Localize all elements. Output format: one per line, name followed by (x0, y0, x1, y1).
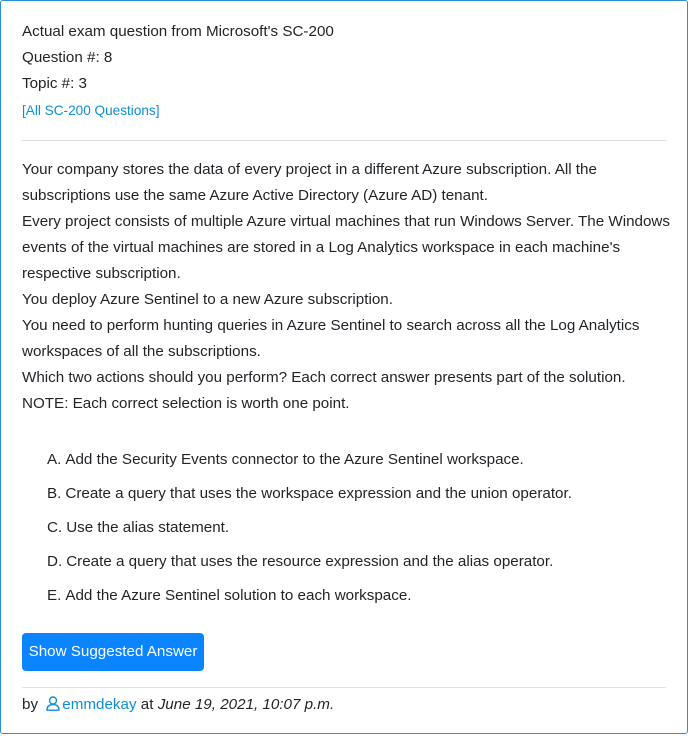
at-label: at (140, 696, 154, 713)
question-number: Question #: 8 (22, 49, 113, 66)
post-footer: by emmdekay at June 19, 2021, 10:07 p.m. (22, 693, 334, 719)
answer-choices: A. Add the Security Events connector to t… (47, 447, 572, 617)
show-suggested-answer-button[interactable]: Show Suggested Answer (22, 633, 204, 671)
choice-b[interactable]: B. Create a query that uses the workspace… (47, 481, 572, 515)
post-date: June 19, 2021, 10:07 p.m. (157, 696, 335, 713)
topic-number: Topic #: 3 (22, 75, 88, 92)
choice-text: Use the alias statement. (66, 519, 230, 536)
question-body: Your company stores the data of every pr… (22, 157, 670, 417)
question-paragraph: You need to perform hunting queries in A… (22, 317, 640, 360)
exam-title: Actual exam question from Microsoft's SC… (22, 23, 334, 40)
question-paragraph: Your company stores the data of every pr… (22, 161, 597, 204)
footer-divider (22, 687, 666, 688)
question-paragraph: You deploy Azure Sentinel to a new Azure… (22, 291, 393, 308)
choice-letter: B. (47, 485, 62, 502)
choice-d[interactable]: D. Create a query that uses the resource … (47, 549, 572, 583)
question-paragraph: Which two actions should you perform? Ea… (22, 369, 626, 386)
choice-letter: A. (47, 451, 62, 468)
by-label: by (22, 696, 39, 713)
choice-a[interactable]: A. Add the Security Events connector to t… (47, 447, 572, 481)
choice-text: Add the Security Events connector to the… (65, 451, 524, 468)
choice-letter: E. (47, 587, 62, 604)
header-divider (22, 140, 666, 141)
question-paragraph: Every project consists of multiple Azure… (22, 213, 670, 282)
question-paragraph: NOTE: Each correct selection is worth on… (22, 395, 350, 412)
question-card: Actual exam question from Microsoft's SC… (0, 0, 688, 734)
choice-text: Create a query that uses the resource ex… (66, 553, 554, 570)
choice-letter: C. (47, 519, 63, 536)
choice-letter: D. (47, 553, 63, 570)
user-icon (46, 695, 60, 719)
question-header: Actual exam question from Microsoft's SC… (22, 19, 334, 124)
choice-text: Create a query that uses the workspace e… (65, 485, 572, 502)
choice-e[interactable]: E. Add the Azure Sentinel solution to eac… (47, 583, 572, 617)
choice-text: Add the Azure Sentinel solution to each … (65, 587, 412, 604)
username-link[interactable]: emmdekay (62, 696, 136, 713)
all-questions-link[interactable]: [All SC-200 Questions] (22, 98, 160, 124)
choice-c[interactable]: C. Use the alias statement. (47, 515, 572, 549)
